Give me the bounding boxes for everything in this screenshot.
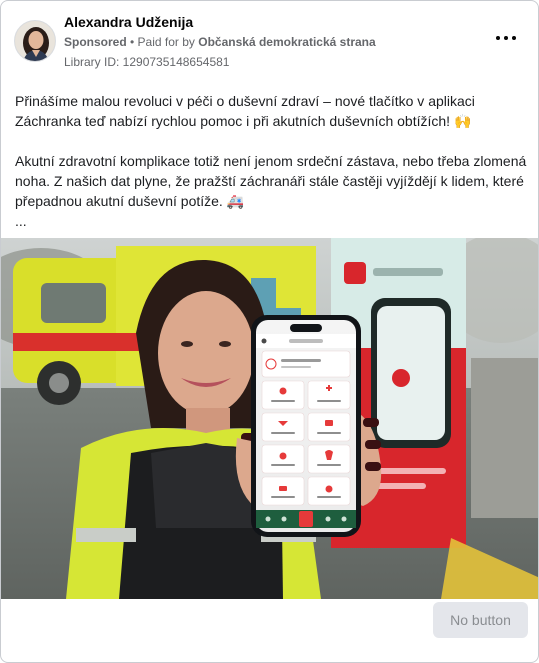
no-button[interactable]: No button <box>433 602 528 638</box>
more-dot-icon <box>496 36 500 40</box>
ad-photo-image <box>1 238 538 599</box>
more-dot-icon <box>504 36 508 40</box>
author-avatar[interactable] <box>14 20 56 62</box>
ad-card: Alexandra Udženija Sponsored • Paid for … <box>0 0 539 663</box>
post-paragraph: Akutní zdravotní komplikace totiž není j… <box>15 153 527 209</box>
paid-for-prefix: Paid for by <box>137 35 199 49</box>
sponsor-line: Sponsored • Paid for by Občanská demokra… <box>64 35 376 49</box>
avatar-portrait-image <box>15 21 55 61</box>
smartphone-shape <box>251 315 361 537</box>
see-more-ellipsis[interactable]: ... <box>15 211 527 231</box>
library-id: Library ID: 1290735148654581 <box>64 55 230 69</box>
post-paragraph: Přinášíme malou revoluci v péči o duševn… <box>15 93 475 129</box>
author-name[interactable]: Alexandra Udženija <box>64 14 193 30</box>
more-dot-icon <box>512 36 516 40</box>
ad-image[interactable] <box>1 238 538 599</box>
meta-separator: • <box>126 35 138 49</box>
sponsored-label: Sponsored <box>64 35 127 49</box>
more-options-button[interactable] <box>496 31 516 45</box>
post-body: Přinášíme malou revoluci v péči o duševn… <box>15 91 527 231</box>
paid-for-org[interactable]: Občanská demokratická strana <box>198 35 375 49</box>
